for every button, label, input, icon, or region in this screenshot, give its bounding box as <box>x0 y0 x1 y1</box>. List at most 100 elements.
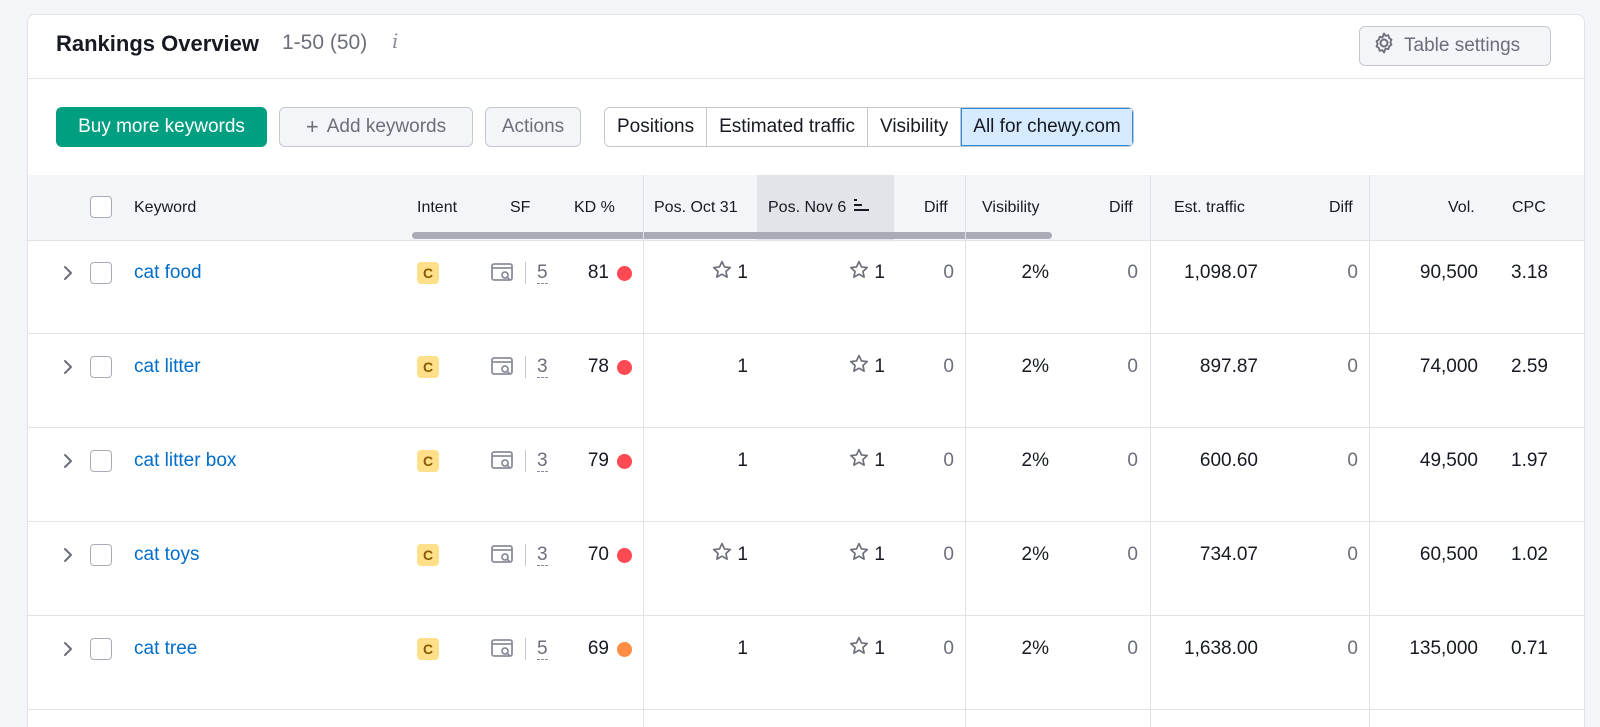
pos-oct-cell: 1 <box>688 542 748 567</box>
pos-nov-value: 1 <box>874 356 885 377</box>
row-checkbox[interactable] <box>90 638 112 660</box>
star-icon <box>848 541 870 569</box>
sf-divider <box>525 638 526 660</box>
table-settings-button[interactable]: Table settings <box>1359 26 1551 66</box>
est-traffic-value: 734.07 <box>1199 544 1258 565</box>
kd-value: 78 <box>587 356 609 377</box>
row-checkbox[interactable] <box>90 544 112 566</box>
intent-badge[interactable]: C <box>417 262 439 284</box>
column-vol[interactable]: Vol. <box>1448 175 1475 241</box>
serp-features-icon[interactable] <box>491 355 515 379</box>
expand-row-chevron-icon[interactable] <box>62 637 74 661</box>
sf-count[interactable]: 3 <box>537 543 548 567</box>
segment-visibility[interactable]: Visibility <box>867 108 962 146</box>
serp-features-icon[interactable] <box>491 449 515 473</box>
keyword-link[interactable]: cat tree <box>134 637 197 661</box>
kd-value: 79 <box>587 450 609 471</box>
keyword-link[interactable]: cat litter <box>134 355 201 379</box>
column-keyword[interactable]: Keyword <box>134 175 196 241</box>
row-checkbox[interactable] <box>90 262 112 284</box>
kd-cell: 69 <box>568 637 632 661</box>
pos-oct-value: 1 <box>737 450 748 471</box>
pos-oct-cell: 1 <box>688 355 748 379</box>
gear-icon <box>1372 31 1396 61</box>
diff-position-value: 0 <box>943 356 954 377</box>
sf-count-value: 5 <box>537 637 548 660</box>
volume-value: 74,000 <box>1419 356 1478 377</box>
sf-count[interactable]: 5 <box>537 637 548 661</box>
est-traffic-value: 600.60 <box>1199 450 1258 471</box>
diff-visibility-value: 0 <box>1127 638 1138 659</box>
visibility-value: 2% <box>1021 450 1049 471</box>
view-segmented-control: Positions Estimated traffic Visibility A… <box>604 107 1134 147</box>
sort-icon <box>854 198 870 218</box>
kd-cell: 78 <box>568 355 632 379</box>
horizontal-scrollbar[interactable] <box>412 232 1052 239</box>
column-diff-visibility[interactable]: Diff <box>1109 175 1133 241</box>
diff-visibility-value: 0 <box>1127 450 1138 471</box>
keyword-link[interactable]: cat food <box>134 261 202 285</box>
diff-position-value: 0 <box>943 544 954 565</box>
segment-positions[interactable]: Positions <box>605 108 708 146</box>
star-icon <box>848 353 870 381</box>
diff-visibility-value: 0 <box>1127 262 1138 283</box>
sf-divider <box>525 356 526 378</box>
expand-row-chevron-icon[interactable] <box>62 543 74 567</box>
table-row: cat litter C 3 78 1 1 0 2% 0 897.87 0 74… <box>28 335 1584 428</box>
kd-value: 81 <box>587 262 609 283</box>
column-diff-traffic[interactable]: Diff <box>1329 175 1353 241</box>
intent-badge[interactable]: C <box>417 450 439 472</box>
pos-oct-value: 1 <box>737 262 748 283</box>
intent-badge[interactable]: C <box>417 544 439 566</box>
segment-estimated-traffic[interactable]: Estimated traffic <box>707 108 868 146</box>
sf-count[interactable]: 3 <box>537 449 548 473</box>
pos-oct-value: 1 <box>737 638 748 659</box>
expand-row-chevron-icon[interactable] <box>62 261 74 285</box>
select-all-checkbox[interactable] <box>90 196 112 218</box>
pos-nov-cell: 1 <box>825 541 885 569</box>
pos-oct-cell: 1 <box>688 449 748 473</box>
row-checkbox[interactable] <box>90 356 112 378</box>
serp-features-icon[interactable] <box>491 261 515 285</box>
diff-traffic-value: 0 <box>1347 262 1358 283</box>
pos-oct-value: 1 <box>737 356 748 377</box>
kd-indicator <box>617 547 632 563</box>
page-title: Rankings Overview <box>56 31 259 56</box>
expand-row-chevron-icon[interactable] <box>62 355 74 379</box>
visibility-value: 2% <box>1021 638 1049 659</box>
table-settings-label: Table settings <box>1404 35 1521 56</box>
info-icon[interactable]: i <box>392 29 398 53</box>
segment-all-for-domain[interactable]: All for chewy.com <box>961 108 1133 146</box>
cpc-value: 1.97 <box>1511 450 1548 471</box>
diff-traffic-value: 0 <box>1347 450 1358 471</box>
intent-badge[interactable]: C <box>417 356 439 378</box>
sf-divider <box>525 450 526 472</box>
row-checkbox[interactable] <box>90 450 112 472</box>
table-row: cat litter box C 3 79 1 1 0 2% 0 600.60 … <box>28 429 1584 522</box>
buy-more-keywords-button[interactable]: Buy more keywords <box>56 107 267 147</box>
expand-row-chevron-icon[interactable] <box>62 449 74 473</box>
visibility-value: 2% <box>1021 544 1049 565</box>
intent-badge[interactable]: C <box>417 638 439 660</box>
column-cpc[interactable]: CPC <box>1512 175 1546 241</box>
serp-features-icon[interactable] <box>491 637 515 661</box>
star-icon <box>848 259 870 287</box>
keyword-link[interactable]: cat litter box <box>134 449 236 473</box>
sf-count[interactable]: 5 <box>537 261 548 285</box>
column-est-traffic[interactable]: Est. traffic <box>1174 175 1245 241</box>
cpc-value: 3.18 <box>1511 262 1548 283</box>
kd-indicator <box>617 359 632 375</box>
rankings-overview-card: Rankings Overview 1-50 (50) i Table sett… <box>27 14 1585 727</box>
sf-divider <box>525 262 526 284</box>
add-keywords-button[interactable]: + Add keywords <box>279 107 473 147</box>
keyword-link[interactable]: cat toys <box>134 543 199 567</box>
volume-value: 60,500 <box>1419 544 1478 565</box>
sf-count[interactable]: 3 <box>537 355 548 379</box>
serp-features-icon[interactable] <box>491 543 515 567</box>
pos-nov-cell: 1 <box>825 636 885 661</box>
diff-traffic-value: 0 <box>1347 638 1358 659</box>
visibility-value: 2% <box>1021 262 1049 283</box>
actions-button[interactable]: Actions <box>485 107 581 147</box>
diff-position-value: 0 <box>943 450 954 471</box>
diff-position-value: 0 <box>943 262 954 283</box>
